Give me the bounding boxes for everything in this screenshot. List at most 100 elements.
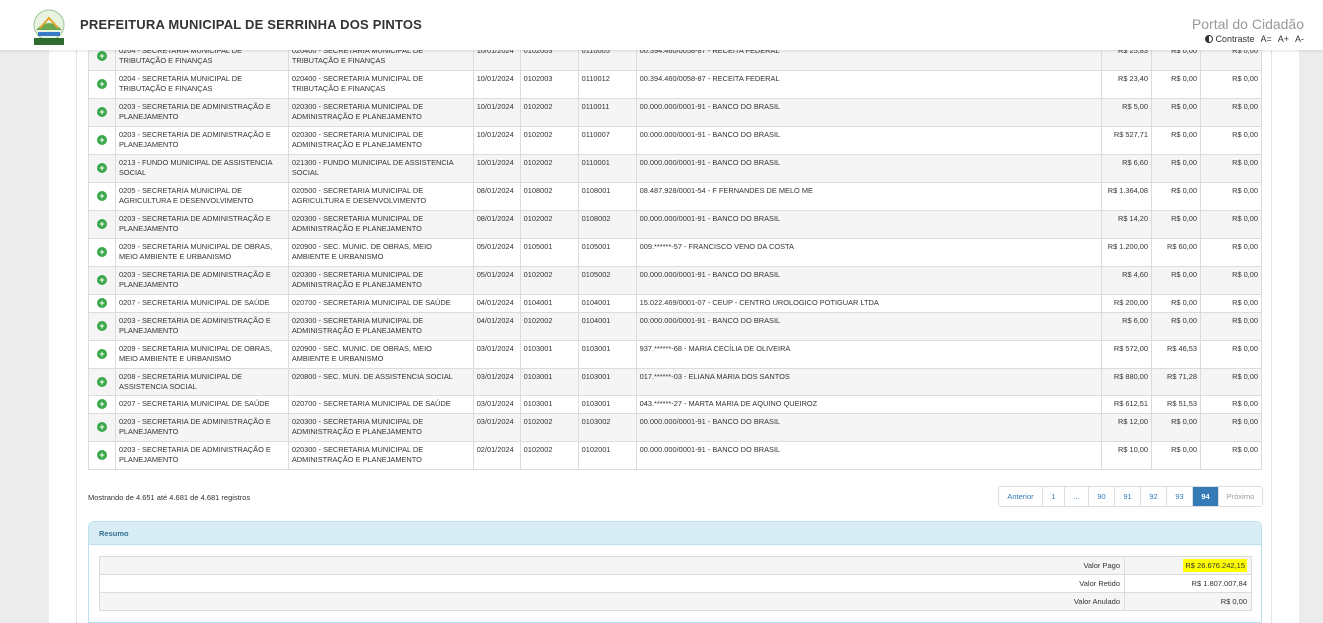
- unidade-cell: 020700 - SECRETARIA MUNICIPAL DE SAÚDE: [287, 294, 474, 313]
- pagamento-cell: 0110011: [577, 98, 637, 127]
- page-93[interactable]: 93: [1167, 487, 1193, 506]
- expand-row-icon[interactable]: +: [96, 135, 107, 145]
- date-cell: 10/01/2024: [472, 70, 521, 99]
- table-row: +0205 - SECRETARIA MUNICIPAL DE AGRICULT…: [88, 182, 1263, 211]
- expand-cell: +: [88, 126, 116, 155]
- font-decrease-button[interactable]: A-: [1295, 34, 1304, 44]
- expand-row-icon[interactable]: +: [96, 349, 107, 359]
- valor-pago-cell: R$ 4,60: [1101, 266, 1153, 295]
- table-row: +0203 - SECRETARIA DE ADMINISTRAÇÃO E PL…: [88, 210, 1263, 239]
- pagamento-cell: 0103001: [577, 340, 637, 369]
- expand-row-icon[interactable]: +: [96, 79, 107, 89]
- date-cell: 10/01/2024: [472, 126, 521, 155]
- orgao-cell: 0204 - SECRETARIA MUNICIPAL DE TRIBUTAÇÃ…: [114, 70, 289, 99]
- unidade-cell: 020300 - SECRETARIA MUNICIPAL DE ADMINIS…: [287, 266, 474, 295]
- expand-row-icon[interactable]: +: [96, 247, 107, 257]
- valor-anulado-cell: R$ 0,00: [1199, 441, 1263, 470]
- pagamento-cell: 0105002: [577, 266, 637, 295]
- valor-anulado-cell: R$ 0,00: [1199, 266, 1263, 295]
- unidade-cell: 020500 - SECRETARIA MUNICIPAL DE AGRICUL…: [287, 182, 474, 211]
- empenho-cell: 0103001: [519, 368, 579, 396]
- expand-cell: +: [88, 210, 116, 239]
- unidade-cell: 020300 - SECRETARIA MUNICIPAL DE ADMINIS…: [287, 312, 474, 341]
- valor-anulado-cell: R$ 0,00: [1199, 368, 1263, 396]
- expand-row-icon[interactable]: +: [96, 275, 107, 285]
- contrast-toggle[interactable]: Contraste: [1205, 34, 1254, 44]
- pagamento-cell: 0108001: [577, 182, 637, 211]
- credor-cell: 00.394.460/0058-87 - RECEITA FEDERAL: [635, 70, 1103, 99]
- page-92[interactable]: 92: [1141, 487, 1167, 506]
- expand-row-icon[interactable]: +: [96, 163, 107, 173]
- pagination: Anterior 1 ... 90 91 92 93 94 Próximo: [998, 486, 1263, 507]
- pagamento-cell: 0103001: [577, 368, 637, 396]
- empenho-cell: 0102002: [519, 210, 579, 239]
- expand-row-icon[interactable]: +: [96, 422, 107, 432]
- valor-anulado-cell: R$ 0,00: [1199, 182, 1263, 211]
- valor-retido-cell: R$ 0,00: [1151, 126, 1201, 155]
- expand-row-icon[interactable]: +: [96, 51, 107, 61]
- expand-row-icon[interactable]: +: [96, 298, 107, 308]
- font-increase-button[interactable]: A+: [1278, 34, 1289, 44]
- page-1[interactable]: 1: [1043, 487, 1065, 506]
- orgao-cell: 0207 - SECRETARIA MUNICIPAL DE SAÚDE: [114, 395, 289, 414]
- valor-retido-cell: R$ 0,00: [1151, 70, 1201, 99]
- expand-row-icon[interactable]: +: [96, 450, 107, 460]
- portal-title[interactable]: Portal do Cidadão: [1192, 16, 1304, 32]
- expand-row-icon[interactable]: +: [96, 376, 107, 387]
- expand-row-icon[interactable]: +: [96, 107, 107, 117]
- empenho-cell: 0102002: [519, 126, 579, 155]
- date-cell: 03/01/2024: [472, 395, 521, 414]
- accessibility-bar: Contraste A= A+ A-: [1205, 34, 1304, 44]
- expand-row-icon[interactable]: +: [96, 321, 107, 331]
- valor-retido-cell: R$ 0,00: [1151, 182, 1201, 211]
- valor-anulado-cell: R$ 0,00: [1199, 395, 1263, 414]
- valor-anulado-cell: R$ 0,00: [1199, 294, 1263, 313]
- valor-pago-cell: R$ 10,00: [1101, 441, 1153, 470]
- valor-retido-cell: R$ 46,53: [1151, 340, 1201, 369]
- pagamento-cell: 0103001: [577, 395, 637, 414]
- pagamento-cell: 0102001: [577, 441, 637, 470]
- credor-cell: 009.******-57 - FRANCISCO VENO DA COSTA: [635, 238, 1103, 267]
- font-normal-button[interactable]: A=: [1260, 34, 1271, 44]
- valor-anulado-cell: R$ 0,00: [1199, 154, 1263, 183]
- valor-retido-cell: R$ 71,28: [1151, 368, 1201, 396]
- unidade-cell: 020800 - SEC. MUN. DE ASSISTENCIA SOCIAL: [287, 368, 474, 396]
- date-cell: 08/01/2024: [472, 182, 521, 211]
- credor-cell: 017.******-03 - ELIANA MARIA DOS SANTOS: [635, 368, 1103, 396]
- page-91[interactable]: 91: [1115, 487, 1141, 506]
- table-row: +0207 - SECRETARIA MUNICIPAL DE SAÚDE 020…: [88, 294, 1263, 313]
- pagamento-cell: 0110012: [577, 70, 637, 99]
- expand-row-icon[interactable]: +: [96, 399, 107, 409]
- valor-anulado-cell: R$ 0,00: [1199, 413, 1263, 442]
- page-90[interactable]: 90: [1089, 487, 1115, 506]
- orgao-cell: 0203 - SECRETARIA DE ADMINISTRAÇÃO E PLA…: [114, 266, 289, 295]
- valor-pago-cell: R$ 5,00: [1101, 98, 1153, 127]
- date-cell: 03/01/2024: [472, 368, 521, 396]
- expand-row-icon[interactable]: +: [96, 219, 107, 229]
- page-title: PREFEITURA MUNICIPAL DE SERRINHA DOS PIN…: [80, 17, 423, 32]
- orgao-cell: 0203 - SECRETARIA DE ADMINISTRAÇÃO E PLA…: [114, 210, 289, 239]
- orgao-cell: 0208 - SECRETARIA MUNICIPAL DE ASSISTENC…: [114, 368, 289, 396]
- page-next[interactable]: Próximo: [1219, 487, 1262, 506]
- expand-cell: +: [88, 98, 116, 127]
- valor-pago-cell: R$ 527,71: [1101, 126, 1153, 155]
- expand-row-icon[interactable]: +: [96, 191, 107, 201]
- credor-cell: 00.000.000/0001-91 - BANCO DO BRASIL: [635, 126, 1103, 155]
- page-previous[interactable]: Anterior: [999, 487, 1043, 506]
- table-row: +0213 - FUNDO MUNICIPAL DE ASSISTENCIA S…: [88, 154, 1263, 183]
- date-cell: 03/01/2024: [472, 413, 521, 442]
- orgao-cell: 0203 - SECRETARIA DE ADMINISTRAÇÃO E PLA…: [114, 441, 289, 470]
- records-info: Mostrando de 4.651 até 4.681 de 4.681 re…: [88, 493, 251, 502]
- page-ellipsis[interactable]: ...: [1065, 487, 1089, 506]
- summary-label: Valor Pago: [99, 556, 1125, 575]
- table-row: +0209 - SECRETARIA MUNICIPAL DE OBRAS, M…: [88, 340, 1263, 369]
- summary-value-cell: R$ 26.676.242,15: [1124, 556, 1252, 575]
- expand-cell: +: [88, 238, 116, 267]
- table-row: +0203 - SECRETARIA DE ADMINISTRAÇÃO E PL…: [88, 266, 1263, 295]
- summary-value-pago: R$ 26.676.242,15: [1183, 559, 1247, 572]
- valor-retido-cell: R$ 0,00: [1151, 154, 1201, 183]
- valor-retido-cell: R$ 0,00: [1151, 266, 1201, 295]
- valor-pago-cell: R$ 572,00: [1101, 340, 1153, 369]
- valor-anulado-cell: R$ 0,00: [1199, 312, 1263, 341]
- page-94[interactable]: 94: [1193, 487, 1219, 506]
